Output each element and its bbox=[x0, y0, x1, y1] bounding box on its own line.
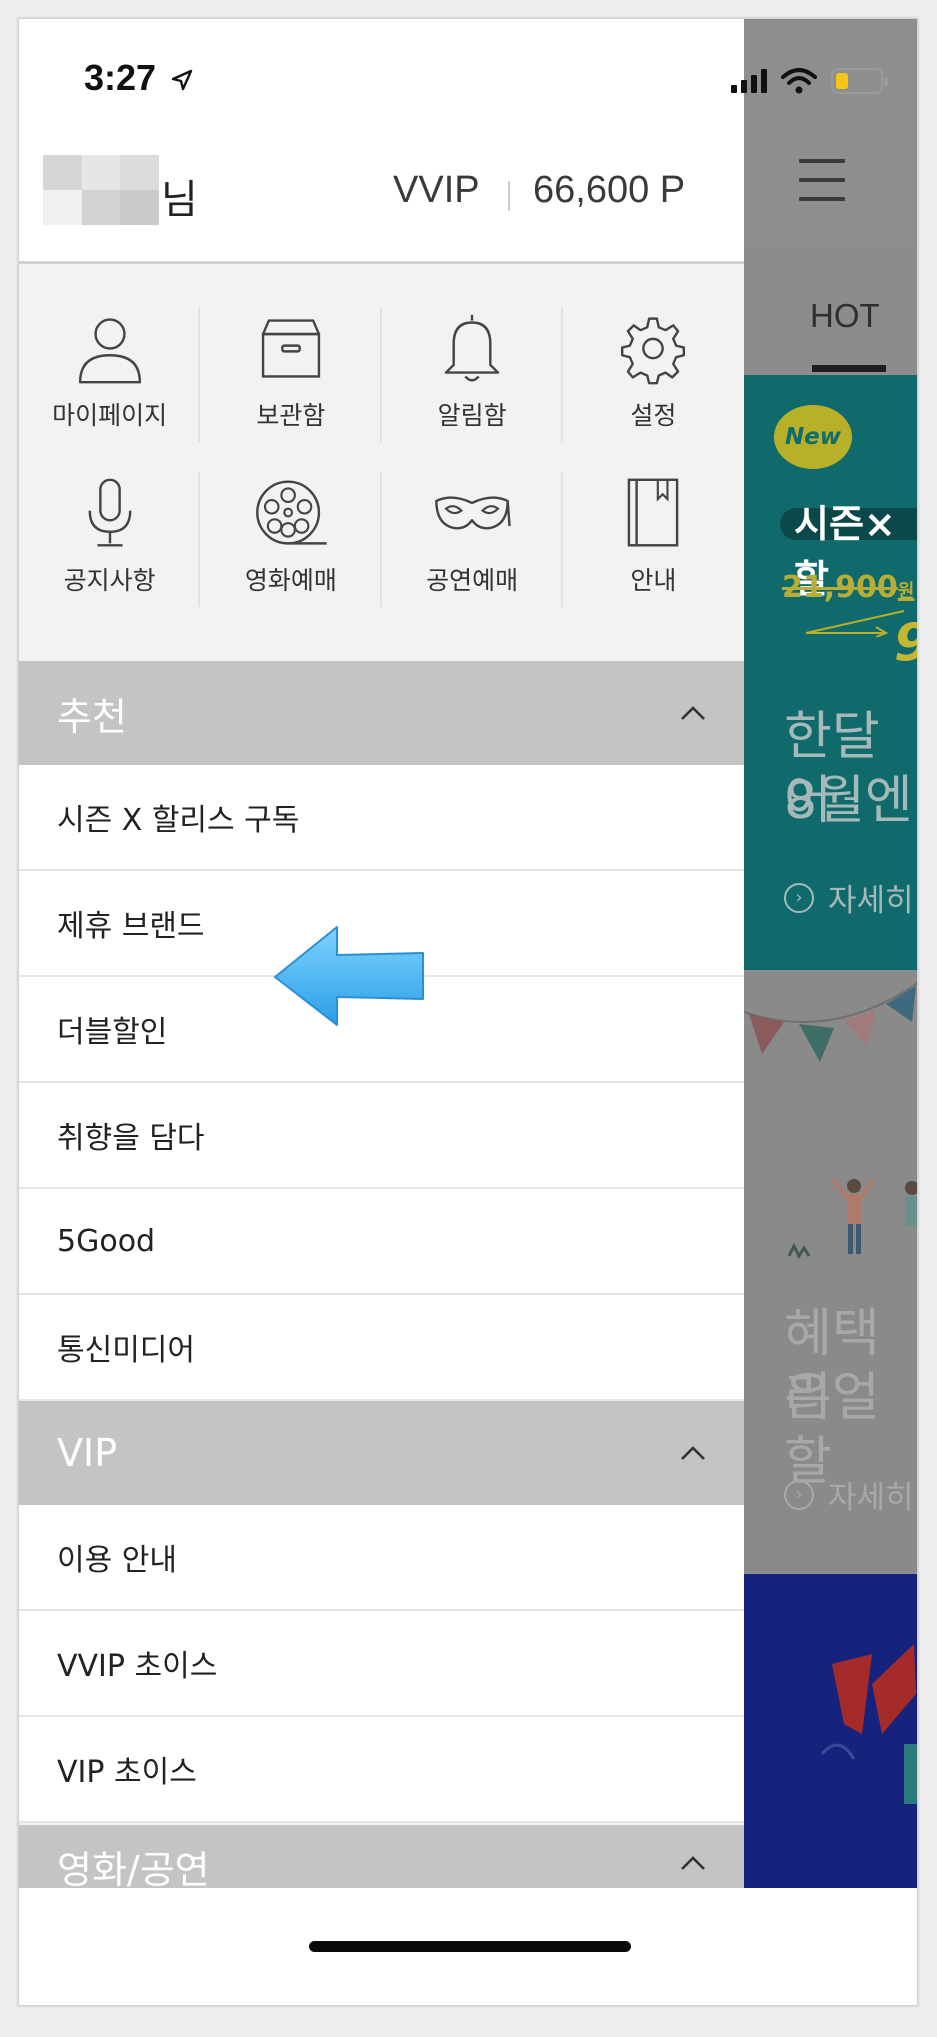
quick-label: 공지사항 bbox=[63, 566, 156, 595]
section-movie-show-header[interactable]: 영화/공연 bbox=[19, 1825, 744, 1888]
background-header bbox=[744, 19, 917, 247]
box-icon bbox=[261, 319, 321, 378]
hamburger-menu-icon[interactable] bbox=[799, 159, 845, 201]
bottom-bar bbox=[19, 1888, 917, 2005]
background-page: HOT New 시즌×할 21,900원 9, 한달어 8월엔 › 자세히 bbox=[744, 19, 917, 1888]
quick-mypage-button[interactable]: 마이페이지 bbox=[19, 267, 201, 442]
section-vip-header[interactable]: VIP bbox=[19, 1401, 744, 1505]
quick-settings-button[interactable]: 설정 bbox=[563, 267, 744, 432]
home-indicator[interactable] bbox=[309, 1941, 631, 1952]
mask-icon bbox=[435, 496, 511, 530]
side-drawer: 3:27 님 VVIP 66,600 P 마이페이지 보관함 알림함 설정 공지… bbox=[19, 19, 744, 1888]
quick-menu-grid: 마이페이지 보관함 알림함 설정 공지사항 영화예매 공연예매 안내 bbox=[19, 267, 744, 607]
book-icon bbox=[628, 478, 679, 547]
status-bar: 3:27 bbox=[19, 19, 744, 137]
section-title: 추천 bbox=[57, 694, 127, 739]
menu-item-taste[interactable]: 취향을 담다 bbox=[19, 1083, 744, 1189]
quick-label: 영화예매 bbox=[244, 566, 337, 595]
bell-icon bbox=[444, 314, 500, 382]
bunting-decoration-icon bbox=[744, 982, 917, 1062]
people-illustration-icon bbox=[787, 1178, 917, 1260]
username-suffix: 님 bbox=[161, 177, 198, 223]
section-recommend-header[interactable]: 추천 bbox=[19, 661, 744, 765]
quick-label: 마이페이지 bbox=[52, 401, 168, 430]
location-arrow-icon bbox=[171, 69, 193, 91]
quick-label: 보관함 bbox=[256, 401, 326, 430]
section-title: 영화/공연 bbox=[57, 1848, 210, 1888]
quick-label: 안내 bbox=[630, 566, 677, 595]
promo-card-benefit[interactable]: 혜택은 리얼할 › 자세히 bbox=[744, 972, 917, 1572]
card-title-line2: 8월엔 bbox=[784, 771, 913, 831]
annotation-arrow-icon bbox=[274, 926, 424, 1026]
quick-label: 설정 bbox=[630, 401, 677, 430]
membership-grade: VVIP bbox=[393, 169, 480, 211]
wifi-icon bbox=[781, 68, 817, 94]
promo-card-blue[interactable] bbox=[744, 1574, 917, 1888]
battery-icon bbox=[831, 68, 888, 94]
quick-storage-button[interactable]: 보관함 bbox=[200, 267, 382, 442]
divider bbox=[508, 181, 510, 211]
signal-icon bbox=[731, 69, 767, 93]
new-badge: New bbox=[774, 405, 852, 469]
quick-notification-button[interactable]: 알림함 bbox=[382, 267, 564, 442]
chevron-up-icon bbox=[681, 1446, 705, 1460]
quick-label: 알림함 bbox=[437, 401, 507, 430]
quick-label: 공연예매 bbox=[426, 566, 519, 595]
background-tab-bar: HOT bbox=[744, 247, 917, 373]
menu-item-telecom-media[interactable]: 통신미디어 bbox=[19, 1295, 744, 1401]
status-time: 3:27 bbox=[84, 57, 194, 99]
price-old: 21,900원 bbox=[782, 570, 915, 605]
tab-hot[interactable]: HOT bbox=[810, 297, 880, 335]
microphone-icon bbox=[88, 478, 132, 547]
card-more-label: 자세히 bbox=[828, 1480, 914, 1516]
card-more-link[interactable]: › 자세히 bbox=[784, 875, 914, 920]
promo-graphic-icon bbox=[820, 1644, 917, 1804]
promo-card-season[interactable]: New 시즌×할 21,900원 9, 한달어 8월엔 › 자세히 bbox=[744, 375, 917, 970]
quick-notice-button[interactable]: 공지사항 bbox=[19, 432, 201, 607]
menu-item-season-hollys[interactable]: 시즌 X 할리스 구독 bbox=[19, 765, 744, 871]
card-more-link[interactable]: › 자세히 bbox=[784, 1472, 914, 1517]
card-more-label: 자세히 bbox=[828, 883, 914, 919]
quick-guide-button[interactable]: 안내 bbox=[563, 432, 744, 597]
chevron-right-circle-icon: › bbox=[784, 1479, 814, 1510]
chevron-up-icon bbox=[681, 1856, 705, 1870]
menu-item-5good[interactable]: 5Good bbox=[19, 1189, 744, 1295]
quick-show-booking-button[interactable]: 공연예매 bbox=[382, 432, 564, 607]
tab-underline bbox=[812, 365, 886, 372]
menu-item-vvip-choice[interactable]: VVIP 초이스 bbox=[19, 1611, 744, 1717]
status-icons bbox=[731, 67, 888, 95]
chevron-right-circle-icon: › bbox=[784, 882, 814, 913]
chevron-up-icon bbox=[681, 706, 705, 720]
blurred-username bbox=[43, 155, 159, 225]
menu-item-usage-guide[interactable]: 이용 안내 bbox=[19, 1505, 744, 1611]
gear-icon bbox=[621, 317, 686, 385]
phone-screen: HOT New 시즌×할 21,900원 9, 한달어 8월엔 › 자세히 bbox=[18, 18, 918, 2006]
price-old-unit: 원 bbox=[897, 581, 915, 602]
user-header: 님 VVIP 66,600 P bbox=[19, 137, 744, 264]
clock-label: 3:27 bbox=[84, 57, 157, 98]
points-balance: 66,600 P bbox=[533, 169, 686, 211]
film-reel-icon bbox=[255, 480, 327, 545]
quick-movie-booking-button[interactable]: 영화예매 bbox=[200, 432, 382, 607]
user-icon bbox=[78, 318, 141, 384]
price-new: 9, bbox=[894, 613, 917, 673]
section-title: VIP bbox=[57, 1431, 118, 1475]
menu-item-vip-choice[interactable]: VIP 초이스 bbox=[19, 1717, 744, 1823]
